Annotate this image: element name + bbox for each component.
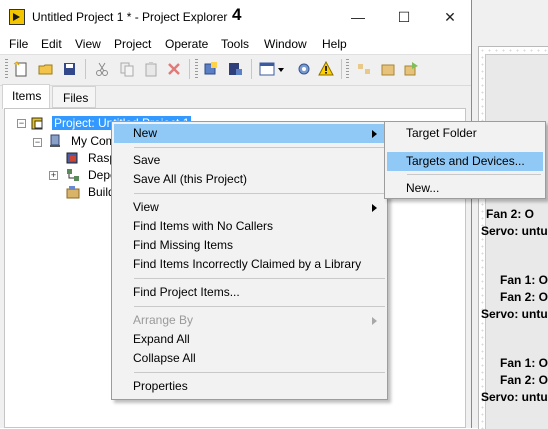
menu-operate[interactable]: Operate	[165, 37, 208, 51]
menu-tools[interactable]: Tools	[221, 37, 249, 51]
toolbar-separator	[85, 59, 86, 79]
menu-item-save[interactable]: Save	[114, 151, 385, 170]
menu-item-arrange-by-label: Arrange By	[133, 313, 194, 327]
expand-toggle[interactable]: +	[49, 171, 58, 180]
menu-separator	[134, 147, 385, 148]
menu-item-view-label: View	[133, 200, 159, 214]
new-submenu: Target Folder Targets and Devices... New…	[384, 121, 546, 199]
collapse-toggle[interactable]: −	[17, 119, 26, 128]
settings-icon[interactable]	[296, 61, 312, 77]
menu-item-properties[interactable]: Properties	[114, 377, 385, 396]
fan1-status-3: Fan 1: O	[500, 356, 548, 370]
fan1-status-2: Fan 1: O	[500, 273, 548, 287]
fan2-status-3: Fan 2: O	[500, 373, 548, 387]
minimize-button[interactable]: —	[335, 0, 381, 34]
menu-file[interactable]: File	[9, 37, 28, 51]
paste-icon[interactable]	[144, 61, 160, 77]
menu-edit[interactable]: Edit	[41, 37, 62, 51]
fan2-status-1: Fan 2: O	[486, 207, 535, 221]
delete-icon[interactable]	[166, 61, 182, 77]
menu-item-find-incorrectly-claimed[interactable]: Find Items Incorrectly Claimed by a Libr…	[114, 255, 385, 274]
submenu-arrow-icon	[372, 317, 377, 325]
menu-help[interactable]: Help	[322, 37, 347, 51]
dependencies-icon	[67, 169, 79, 181]
dropdown-arrow-icon[interactable]	[276, 61, 286, 77]
save-all-icon[interactable]	[62, 61, 78, 77]
build-spec-icon	[66, 186, 80, 199]
menu-separator	[407, 174, 541, 175]
menu-item-expand-all[interactable]: Expand All	[114, 330, 385, 349]
title-bar[interactable]: Untitled Project 1 * - Project Explorer …	[0, 0, 471, 34]
warning-icon[interactable]	[318, 61, 334, 77]
menu-separator	[134, 193, 385, 194]
menu-item-new[interactable]: New	[114, 124, 385, 143]
toolbar-separator	[189, 59, 190, 79]
fan2-status-2: Fan 2: O	[500, 290, 548, 304]
menu-item-find-project-items[interactable]: Find Project Items...	[114, 283, 385, 302]
menu-item-save-all[interactable]: Save All (this Project)	[114, 170, 385, 189]
toolbar-separator	[251, 59, 252, 79]
annotation-number: 4	[232, 5, 242, 24]
menu-window[interactable]: Window	[264, 37, 307, 51]
menu-item-arrange-by: Arrange By	[114, 311, 385, 330]
window-icon[interactable]	[259, 61, 275, 77]
submenu-item-targets-and-devices[interactable]: Targets and Devices...	[387, 152, 543, 171]
new-file-icon[interactable]	[13, 61, 29, 77]
menu-item-collapse-all[interactable]: Collapse All	[114, 349, 385, 368]
menu-bar: File Edit View Project Operate Tools Win…	[0, 34, 471, 54]
open-folder-icon[interactable]	[38, 61, 54, 77]
toolbar-grip[interactable]	[5, 59, 8, 79]
tab-files[interactable]: Files	[52, 86, 96, 108]
menu-separator	[134, 306, 385, 307]
menu-item-find-no-callers[interactable]: Find Items with No Callers	[114, 217, 385, 236]
collapse-toggle[interactable]: −	[33, 138, 42, 147]
toolbar-grip[interactable]	[195, 59, 198, 79]
toolbar-separator	[341, 59, 342, 79]
project-icon	[31, 117, 43, 130]
save-build-icon[interactable]	[227, 61, 243, 77]
menu-view[interactable]: View	[75, 37, 101, 51]
raspberry-target-icon	[66, 152, 78, 164]
toolbar-grip[interactable]	[346, 59, 349, 79]
close-button[interactable]: ✕	[427, 0, 473, 34]
submenu-arrow-icon	[372, 204, 377, 212]
menu-item-view[interactable]: View	[114, 198, 385, 217]
menu-separator	[134, 372, 385, 373]
context-menu: New Save Save All (this Project) View Fi…	[111, 121, 388, 400]
servo-status-1: Servo: untu	[481, 224, 548, 238]
cut-icon[interactable]	[94, 61, 110, 77]
servo-status-3: Servo: untu	[481, 390, 548, 404]
labview-app-icon	[9, 9, 25, 25]
submenu-arrow-icon	[372, 130, 377, 138]
submenu-item-new[interactable]: New...	[387, 179, 543, 198]
menu-separator	[134, 278, 385, 279]
menu-item-find-missing[interactable]: Find Missing Items	[114, 236, 385, 255]
copy-icon[interactable]	[119, 61, 135, 77]
menu-project[interactable]: Project	[114, 37, 151, 51]
tab-items[interactable]: Items	[2, 84, 50, 109]
window-title: Untitled Project 1 * - Project Explorer	[32, 10, 228, 24]
computer-icon	[50, 134, 60, 147]
package-icon[interactable]	[380, 61, 396, 77]
build-icon[interactable]	[203, 61, 219, 77]
submenu-item-target-folder[interactable]: Target Folder	[387, 124, 543, 143]
menu-item-new-label: New	[133, 126, 158, 140]
tab-strip: Items Files	[0, 84, 471, 109]
maximize-button[interactable]: ☐	[381, 0, 427, 34]
servo-status-2: Servo: untu	[481, 307, 548, 321]
deploy-icon[interactable]	[403, 61, 419, 77]
arrange-icon[interactable]	[356, 61, 372, 77]
